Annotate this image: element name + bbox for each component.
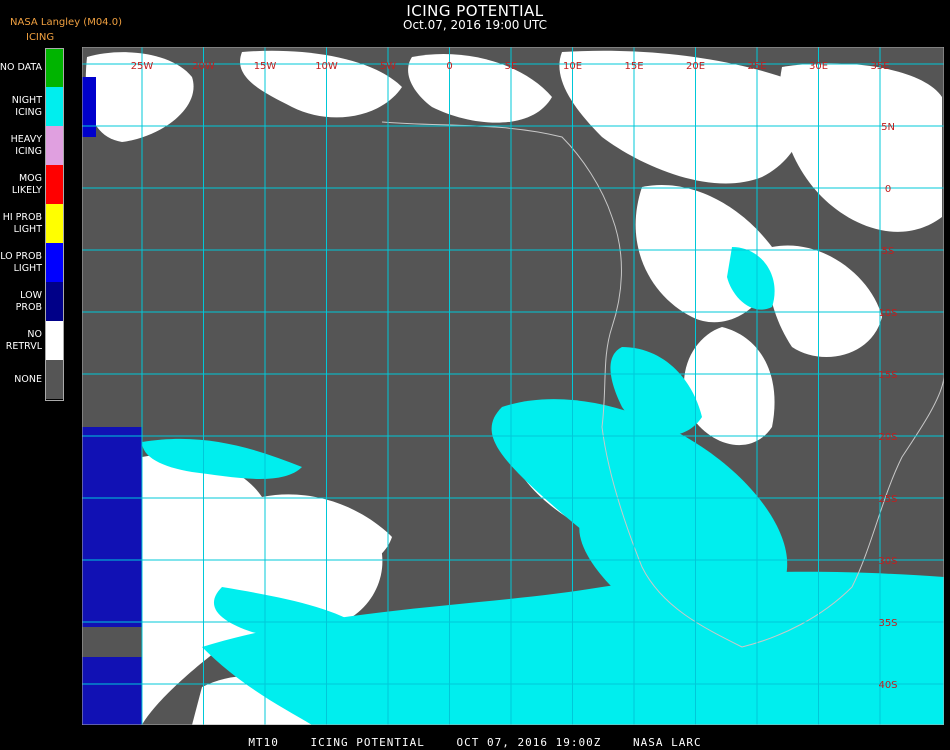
footer-info: MT10 ICING POTENTIAL OCT 07, 2016 19:00Z… (0, 736, 950, 749)
footer-agency: NASA LARC (632, 736, 702, 749)
legend-swatch (46, 321, 63, 360)
legend-label-line: LOW (20, 289, 42, 301)
longitude-label: 25E (747, 61, 766, 72)
legend-label: NO RETRVL (0, 321, 42, 360)
legend-item: NO DATA (0, 48, 66, 87)
legend-label: MOG LIKELY (0, 165, 42, 204)
longitude-label: 10W (315, 61, 338, 72)
legend-swatch (46, 243, 63, 282)
legend-label: NIGHT ICING (0, 87, 42, 126)
low-prob-strip (82, 657, 142, 725)
legend-label-line: NO DATA (0, 61, 42, 73)
longitude-label: 30E (809, 61, 828, 72)
legend-label-line: MOG (18, 172, 42, 184)
legend-label: NONE (0, 360, 42, 399)
footer-datetime: OCT 07, 2016 19:00Z (456, 736, 602, 749)
latitude-label: 15S (878, 370, 897, 381)
low-prob-strip (82, 77, 96, 137)
brand-label: NASA Langley (M04.0) (10, 17, 122, 28)
footer-sat: MT10 (248, 736, 279, 749)
latitude-label: 30S (878, 556, 897, 567)
legend-label-line: LO PROB (0, 250, 42, 262)
longitude-label: 20W (192, 61, 215, 72)
legend-item: MOG LIKELY (0, 165, 66, 204)
legend-label: HEAVY ICING (0, 126, 42, 165)
legend-item: NIGHT ICING (0, 87, 66, 126)
legend-swatch (46, 165, 63, 204)
legend-swatch (46, 87, 63, 126)
legend-swatch (46, 282, 63, 321)
map-timestamp: Oct.07, 2016 19:00 UTC (403, 18, 547, 32)
latitude-label: 5N (881, 122, 895, 133)
icing-legend: NO DATA NIGHT ICING HEAVY ICING MOG LIKELY HI P… (0, 48, 66, 401)
legend-item: LOW PROB (0, 282, 66, 321)
legend-label-line: LIGHT (13, 262, 42, 274)
longitude-label: 35E (870, 61, 889, 72)
legend-label: NO DATA (0, 48, 42, 87)
legend-label-line: PROB (15, 301, 42, 313)
latitude-label: 25S (878, 494, 897, 505)
legend-label: LO PROB LIGHT (0, 243, 42, 282)
legend-item: NONE (0, 360, 66, 399)
longitude-label: 5E (505, 61, 518, 72)
footer-product: ICING POTENTIAL (310, 736, 425, 749)
legend-label-line: LIGHT (13, 223, 42, 235)
legend-label-line: ICING (15, 106, 42, 118)
legend-swatch (46, 360, 63, 399)
longitude-label: 20E (686, 61, 705, 72)
legend-label-line: NONE (14, 373, 42, 385)
low-prob-strip (82, 427, 142, 627)
legend-label-line: NIGHT (11, 94, 42, 106)
longitude-label: 5W (380, 61, 396, 72)
legend-label-line: LIKELY (11, 184, 42, 196)
legend-label: LOW PROB (0, 282, 42, 321)
latitude-label: 0 (885, 184, 891, 195)
longitude-label: 0 (446, 61, 452, 72)
latitude-label: 40S (878, 680, 897, 691)
longitude-label: 10E (563, 61, 582, 72)
legend-swatch (46, 126, 63, 165)
legend-item: HI PROB LIGHT (0, 204, 66, 243)
icing-map: 25W 20W 15W 10W 5W 0 5E 10E 15E 20E 25E 30E 35E 5N 0 5… (82, 47, 944, 725)
longitude-label: 25W (131, 61, 154, 72)
legend-title: ICING (26, 32, 55, 43)
legend-label-line: HI PROB (2, 211, 42, 223)
latitude-label: 10S (878, 308, 897, 319)
latitude-label: 5S (882, 246, 895, 257)
latitude-label: 20S (878, 432, 897, 443)
legend-label-line: ICING (15, 145, 42, 157)
legend-label-line: HEAVY (10, 133, 42, 145)
legend-swatch (46, 204, 63, 243)
legend-swatch (46, 48, 63, 87)
longitude-label: 15E (624, 61, 643, 72)
legend-label-line: NO (27, 328, 42, 340)
latitude-label: 35S (878, 618, 897, 629)
legend-item: LO PROB LIGHT (0, 243, 66, 282)
longitude-label: 15W (254, 61, 277, 72)
legend-label: HI PROB LIGHT (0, 204, 42, 243)
legend-item: NO RETRVL (0, 321, 66, 360)
legend-label-line: RETRVL (5, 340, 42, 352)
legend-item: HEAVY ICING (0, 126, 66, 165)
